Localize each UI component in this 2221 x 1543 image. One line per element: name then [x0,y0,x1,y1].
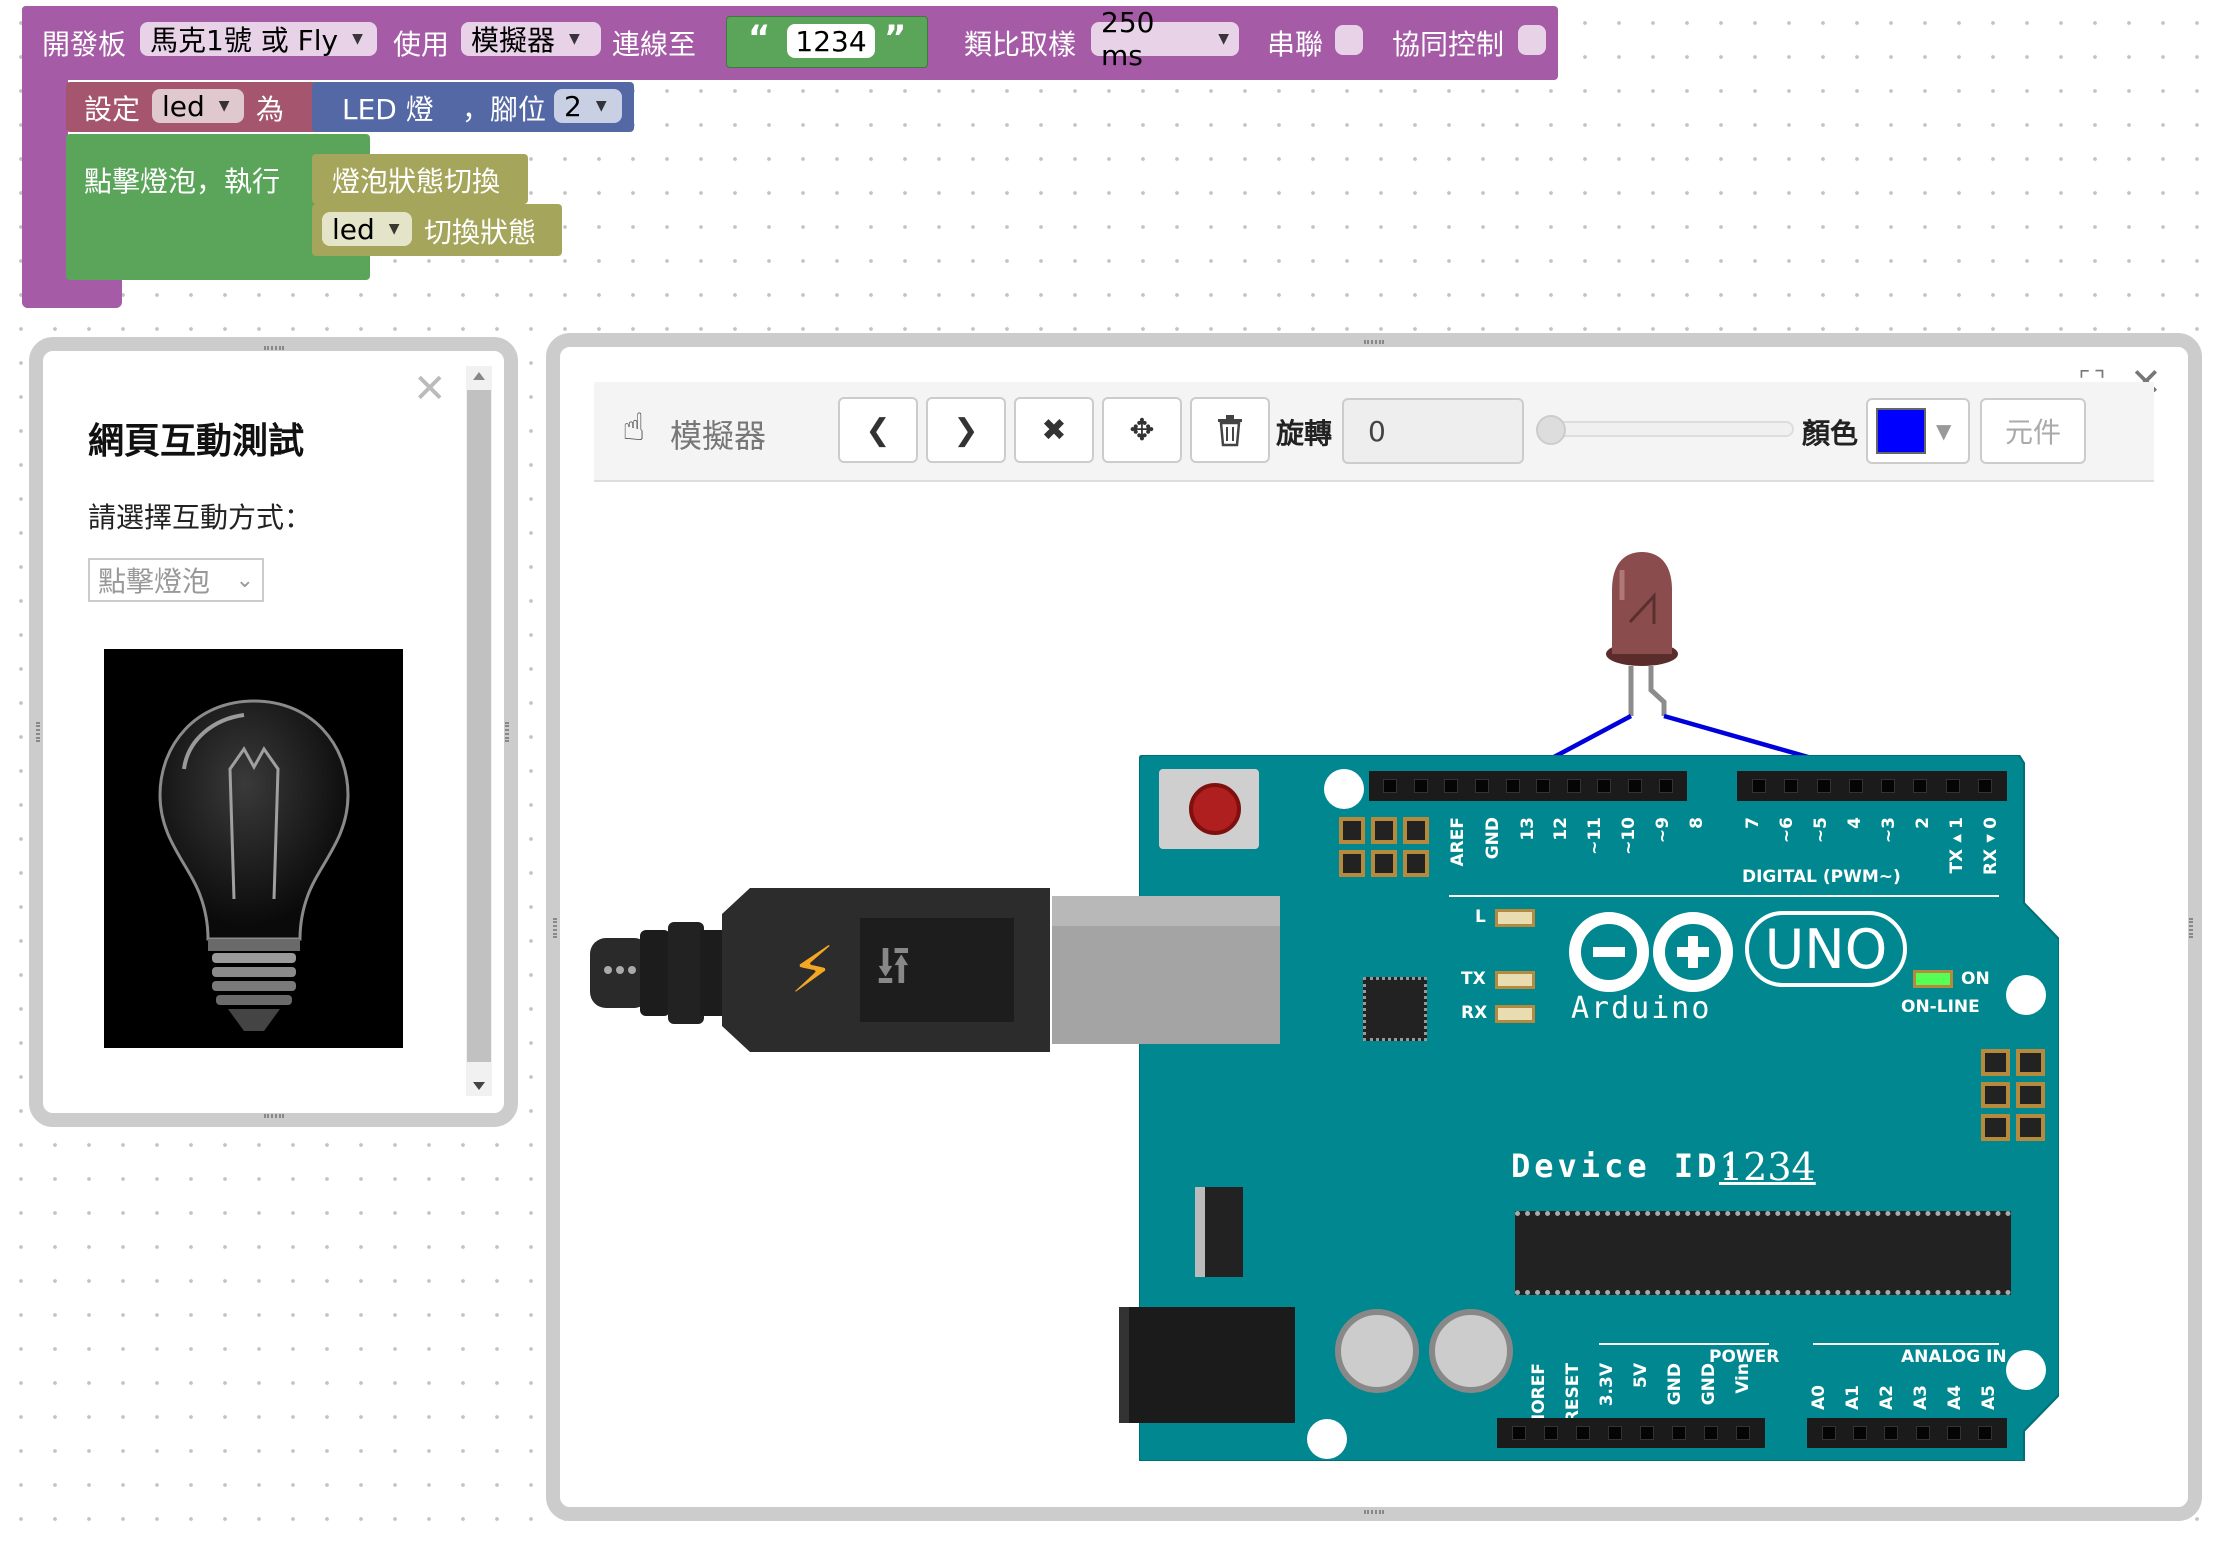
voltage-regulator [1195,1187,1243,1277]
arduino-uno-board[interactable]: AREF GND 13 12 ~11 ~10 ~9 8 7 ~6 ~5 4 ~3… [1119,755,2059,1461]
led-component[interactable] [1606,552,1678,716]
digital-header-right [1737,771,2007,801]
digital-header-label: DIGITAL (PWM~) [1742,867,1901,887]
pin-label: A5 [1979,1385,1999,1410]
pin-label: 4 [1845,817,1865,829]
pin-label: IOREF [1529,1363,1549,1421]
pin-label: 8 [1687,817,1707,829]
atmega-chip [1515,1211,2011,1295]
icsp-header [1339,817,1429,877]
tx-led [1495,971,1535,989]
pin-label: ~5 [1811,817,1831,844]
rx-led [1495,1005,1535,1023]
pin-label: 7 [1743,817,1763,829]
device-id-label: Device ID: [1511,1147,1744,1185]
pin-label: 13 [1518,817,1538,841]
pin-label: A1 [1843,1385,1863,1410]
usb-cable [590,888,1280,1052]
arduino-brand: Arduino [1571,991,1712,1026]
pin-label: ~6 [1777,817,1797,844]
pin-label: ~9 [1653,817,1673,844]
l-led [1495,909,1535,927]
lightning-icon: ⚡ [790,934,835,1008]
on-label: ON [1961,969,1990,989]
pin-label: 3.3V [1597,1363,1617,1407]
digital-header-left [1369,771,1687,801]
reset-button-cap [1189,783,1241,835]
pin-label: GND [1665,1363,1685,1406]
usb-chip [1363,977,1427,1041]
pin-label: A4 [1945,1385,1965,1410]
device-id-value: 1234 [1719,1145,1816,1189]
tx-led-label: TX [1461,969,1486,989]
pin-label: ~11 [1585,817,1605,855]
rx-led-label: RX [1461,1003,1488,1023]
divider [1599,1343,1769,1345]
pin-label: 2 [1913,817,1933,829]
pin-label: 5V [1631,1363,1651,1388]
pin-label: AREF [1448,817,1468,867]
pin-label: A3 [1911,1385,1931,1410]
capacitor [1429,1309,1513,1393]
pin-label: ~3 [1879,817,1899,844]
icsp-header-right [1981,1049,2045,1141]
pin-label: A0 [1809,1385,1829,1410]
pin-label: 12 [1551,817,1571,841]
pin-label: GND [1483,817,1503,860]
pin-label: GND [1699,1363,1719,1406]
power-header [1497,1418,1765,1448]
uno-badge: UNO [1745,911,1907,987]
pin-label: ~10 [1619,817,1639,855]
analog-header-label: ANALOG IN [1901,1347,2007,1367]
pin-label: TX▸1 [1947,817,1967,874]
capacitor [1335,1309,1419,1393]
pin-label: A2 [1877,1385,1897,1410]
online-label: ON-LINE [1901,997,1980,1017]
pin-label: RX◂0 [1981,817,2001,876]
pin-label: Vin [1733,1363,1753,1394]
pin-label: RESET [1563,1363,1583,1424]
l-led-label: L [1475,907,1486,927]
usb-icon: ⭿ [876,935,911,998]
divider [1449,895,1999,897]
uno-label: UNO [1764,917,1888,981]
power-jack [1119,1307,1295,1423]
arduino-logo-icon [1569,912,1733,992]
analog-header [1807,1418,2007,1448]
on-led [1913,970,1953,988]
reset-button[interactable] [1159,769,1259,849]
divider [1813,1343,1999,1345]
